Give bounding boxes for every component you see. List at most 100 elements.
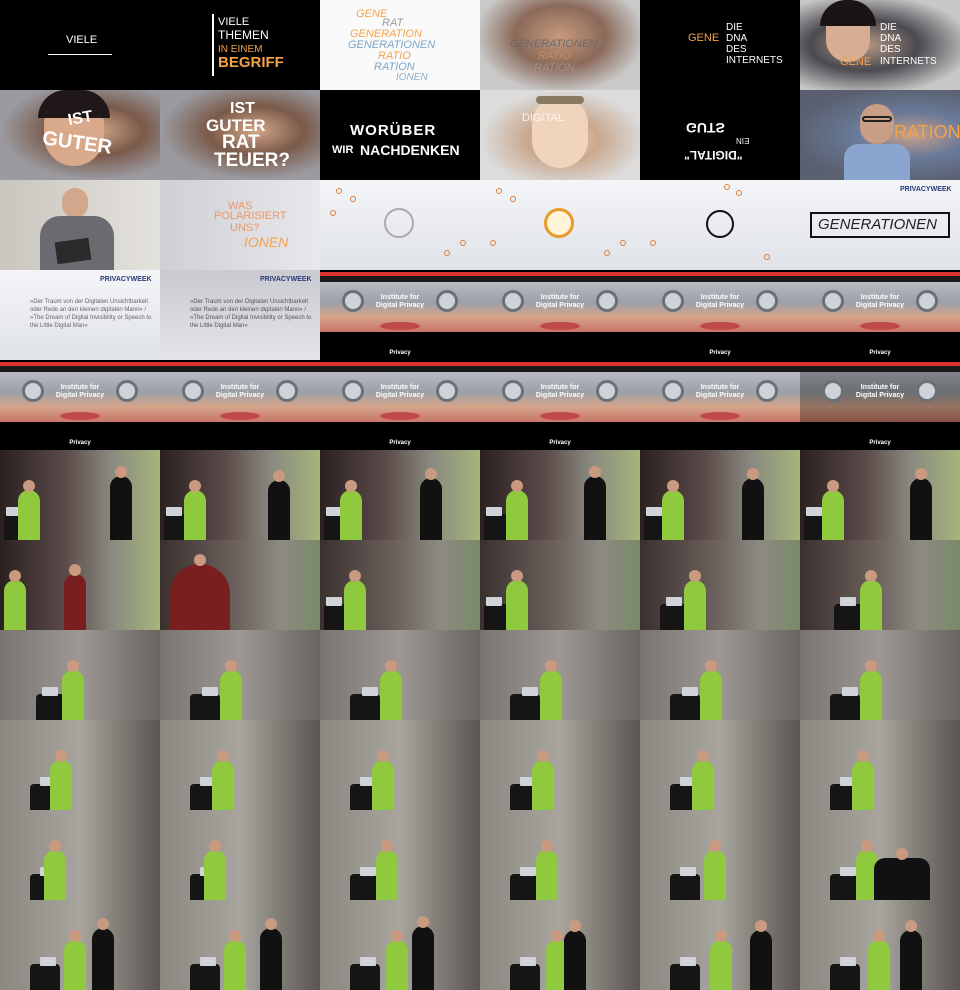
frame-stage-wide: [640, 810, 800, 900]
frame-generationen-box: PRIVACYWEEK GENERATIONEN: [800, 180, 960, 270]
frame-text: DIGITAL: [522, 112, 564, 124]
frame-footer: Privacy: [549, 440, 571, 446]
sun-icon: [544, 208, 574, 238]
frame-stage-wide: [800, 630, 960, 720]
frame-footer: Privacy: [709, 350, 731, 356]
frame-text: THEMEN: [218, 28, 269, 42]
frame-text: POLARISIERT: [214, 210, 287, 222]
frame-footer: Privacy: [389, 350, 411, 356]
glasses-shape: [862, 116, 892, 122]
frame-stage-wide: [640, 720, 800, 810]
frame-stage-wide: [160, 810, 320, 900]
frame-was-polarisiert: WAS POLARISIERT UNS? IONEN: [160, 180, 320, 270]
frame-word-cloud: GENE RAT GENERATION GENERATIONEN RATIO R…: [320, 0, 480, 90]
frame-stage-wide: [0, 720, 160, 810]
brand-logo: PRIVACYWEEK: [100, 276, 152, 283]
frame-text: WIR: [332, 144, 354, 156]
frame-text: VIELE: [66, 34, 98, 46]
frame-stage: [320, 540, 480, 630]
frame-dna: DIE GENE DNA DES INTERNETS: [640, 0, 800, 90]
frame-text: DIE: [726, 22, 743, 33]
frame-eye-exam: Institute for Digital Privacy: [480, 270, 640, 360]
glasses-shape: [536, 96, 584, 104]
frame-stage-wide: [640, 630, 800, 720]
brand-logo: PRIVACYWEEK: [260, 276, 312, 283]
frame-stage-wide: [320, 810, 480, 900]
frame-stage: [640, 540, 800, 630]
frame-text: NACHDENKEN: [360, 142, 460, 158]
frame-privacyweek-fade: PRIVACYWEEK »Der Traum von der Digitalen…: [160, 270, 320, 360]
frame-icon-face: [320, 180, 480, 270]
frame-text: GENERATIONEN: [818, 216, 937, 233]
frame-text: Institute for Digital Privacy: [855, 384, 905, 399]
frame-text: DNA: [726, 33, 748, 44]
frame-stage: [160, 450, 320, 540]
frame-text: WORÜBER: [350, 122, 437, 139]
frame-woruber: WORÜBER WIR NACHDENKEN: [320, 90, 480, 180]
frame-text: TEUER?: [214, 150, 290, 171]
frame-text: Institute for Digital Privacy: [535, 294, 585, 309]
face-shape: [860, 104, 894, 144]
frame-footer: Privacy: [389, 440, 411, 446]
divider: [212, 14, 214, 76]
shirt-shape: [844, 144, 910, 180]
frame-eye-exam: Institute for Digital Privacy: [640, 360, 800, 450]
frame-dna-woman: DIE DNA DES GENE INTERNETS: [800, 0, 960, 90]
frame-stage-wide: [320, 630, 480, 720]
frame-stage-wide: [0, 810, 160, 900]
frame-text: Institute for Digital Privacy: [855, 294, 905, 309]
frame-ration-man: RATION: [800, 90, 960, 180]
ra-icon: [706, 210, 734, 238]
frame-text: DES: [726, 44, 747, 55]
frame-text: DIE: [880, 22, 897, 33]
frame-eye-exam: Institute for Digital Privacy Privacy: [800, 270, 960, 360]
frame-text: GENE: [840, 56, 872, 68]
frame-stage: [800, 450, 960, 540]
frame-eye-exam: Institute for Digital Privacy Privacy: [0, 360, 160, 450]
frame-ist-guter: IST GUTER: [0, 90, 160, 180]
frame-stage: [320, 450, 480, 540]
frame-stage-wide: [160, 630, 320, 720]
frame-stage-wide: [480, 900, 640, 990]
frame-text: Institute for Digital Privacy: [55, 384, 105, 399]
frame-text: Institute for Digital Privacy: [375, 384, 425, 399]
frame-eye-exam: Institute for Digital Privacy: [160, 360, 320, 450]
frame-stage-wide: [320, 900, 480, 990]
frame-text: INTERNETS: [726, 55, 783, 66]
frame-stage-wide: [0, 630, 160, 720]
frame-fade-generationen: GENERATIONEN RATIO RATION: [480, 0, 640, 90]
frame-eye-exam: Institute for Digital Privacy Privacy: [320, 270, 480, 360]
brand-logo: PRIVACYWEEK: [900, 186, 952, 193]
frame-stage-wide: [160, 900, 320, 990]
frame-stage-closeup: [160, 540, 320, 630]
frame-viele: VIELE: [0, 0, 160, 90]
frame-text: RATION: [534, 62, 575, 74]
frame-eye-exam-fade: Institute for Digital Privacy Privacy: [800, 360, 960, 450]
frame-eye-exam: Institute for Digital Privacy Privacy: [640, 270, 800, 360]
quote-text: »Der Traum von der Digitalen Unsichtbark…: [190, 299, 312, 329]
frame-ist-guter-rat-teuer: IST GUTER RAT TEUER?: [160, 90, 320, 180]
frame-privacyweek-title: PRIVACYWEEK »Der Traum von der Digitalen…: [0, 270, 160, 360]
frame-stage-wide: [800, 810, 960, 900]
frame-icon-sun: [480, 180, 640, 270]
frame-text: "DIGITAL": [684, 148, 743, 162]
frame-stage-wide: [320, 720, 480, 810]
frame-stage: [0, 540, 160, 630]
frame-stage-wide: [160, 720, 320, 810]
frame-stage-wide: [800, 720, 960, 810]
frame-man-tablet: [0, 180, 160, 270]
frame-stage-wide: [480, 810, 640, 900]
tablet-shape: [54, 237, 92, 265]
face-shape: [62, 188, 88, 218]
frame-text: RATIO: [538, 50, 571, 62]
frame-icon-ra: [640, 180, 800, 270]
frame-text: IONEN: [396, 72, 428, 83]
frame-text: Institute for Digital Privacy: [695, 384, 745, 399]
frame-text: IONEN: [244, 234, 289, 250]
face-shape: [532, 96, 588, 168]
frame-text: DNA: [880, 33, 902, 44]
frame-text: Institute for Digital Privacy: [375, 294, 425, 309]
frame-text: VIELE: [218, 16, 250, 28]
frame-stage-wide: [800, 900, 960, 990]
frame-eye-exam: Institute for Digital Privacy Privacy: [480, 360, 640, 450]
